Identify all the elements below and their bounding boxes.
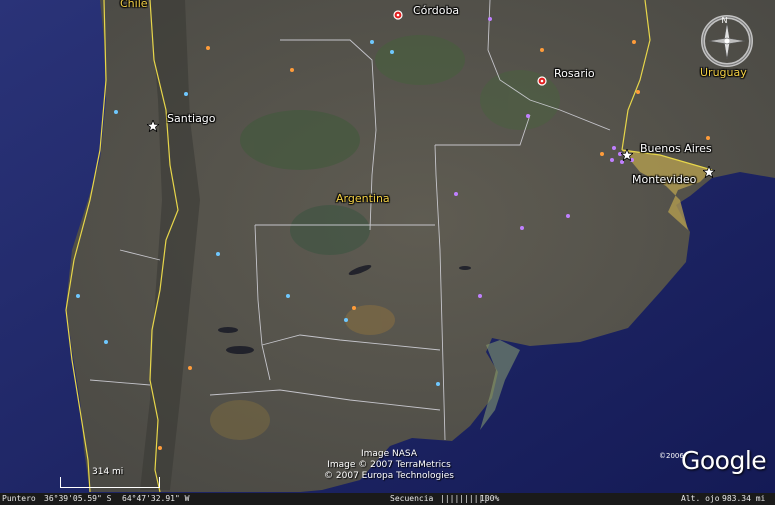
country-label-argentina: Argentina <box>336 192 390 205</box>
city-marker-icon[interactable] <box>393 10 403 20</box>
imagery-credits: Image NASA Image © 2007 TerraMetrics © 2… <box>318 449 460 482</box>
poi-marker[interactable] <box>216 252 220 256</box>
poi-marker[interactable] <box>454 192 458 196</box>
pointer-label: Puntero <box>2 494 36 503</box>
country-label-chile: Chile <box>120 0 148 10</box>
poi-marker[interactable] <box>352 306 356 310</box>
poi-marker[interactable] <box>478 294 482 298</box>
city-label-santiago: Santiago <box>167 112 216 125</box>
capital-star-icon[interactable] <box>621 149 633 161</box>
poi-marker[interactable] <box>526 114 530 118</box>
credit-line: Image NASA <box>361 449 417 459</box>
pointer-longitude: 64°47'32.91" W <box>122 494 190 503</box>
status-bar: Puntero 36°39'05.59" S 64°47'32.91" W Se… <box>0 493 775 505</box>
capital-star-icon[interactable] <box>147 120 159 132</box>
poi-marker[interactable] <box>114 110 118 114</box>
poi-marker[interactable] <box>344 318 348 322</box>
city-label-montevideo: Montevideo <box>632 173 697 186</box>
poi-marker[interactable] <box>104 340 108 344</box>
poi-marker[interactable] <box>158 446 162 450</box>
poi-marker[interactable] <box>488 17 492 21</box>
poi-marker[interactable] <box>206 46 210 50</box>
poi-marker[interactable] <box>520 226 524 230</box>
scale-bar <box>60 477 160 488</box>
poi-marker[interactable] <box>706 136 710 140</box>
poi-marker[interactable] <box>286 294 290 298</box>
google-logo: Google <box>681 446 767 475</box>
streaming-label: Secuencia <box>390 494 434 503</box>
compass-rose-icon[interactable]: N <box>700 14 754 68</box>
capital-star-icon[interactable] <box>703 166 715 178</box>
city-label-buenos-aires: Buenos Aires <box>640 142 712 155</box>
poi-marker[interactable] <box>540 48 544 52</box>
poi-marker[interactable] <box>436 382 440 386</box>
poi-marker[interactable] <box>370 40 374 44</box>
compass-north-label: N <box>722 16 728 25</box>
streaming-percent: 100% <box>480 494 500 503</box>
eye-altitude-label: Alt. ojo <box>681 494 720 503</box>
satellite-map[interactable]: Chile Argentina Uruguay Córdoba Rosario … <box>0 0 775 505</box>
poi-marker[interactable] <box>612 146 616 150</box>
poi-marker[interactable] <box>600 152 604 156</box>
city-label-cordoba: Córdoba <box>413 4 460 17</box>
poi-marker[interactable] <box>566 214 570 218</box>
city-marker-icon[interactable] <box>537 76 547 86</box>
pointer-latitude: 36°39'05.59" S <box>44 494 112 503</box>
poi-marker[interactable] <box>290 68 294 72</box>
eye-altitude-value: 983.34 mi <box>722 494 766 503</box>
poi-marker[interactable] <box>184 92 188 96</box>
credit-line: Image © 2007 TerraMetrics <box>327 460 451 470</box>
credit-line: © 2007 Europa Technologies <box>324 471 454 481</box>
poi-marker[interactable] <box>188 366 192 370</box>
poi-marker[interactable] <box>390 50 394 54</box>
poi-marker[interactable] <box>76 294 80 298</box>
city-label-rosario: Rosario <box>554 67 595 80</box>
poi-marker[interactable] <box>636 90 640 94</box>
scale-bar-label: 314 mi <box>92 467 124 477</box>
terrain-imagery <box>0 0 775 505</box>
poi-marker[interactable] <box>610 158 614 162</box>
poi-marker[interactable] <box>632 40 636 44</box>
